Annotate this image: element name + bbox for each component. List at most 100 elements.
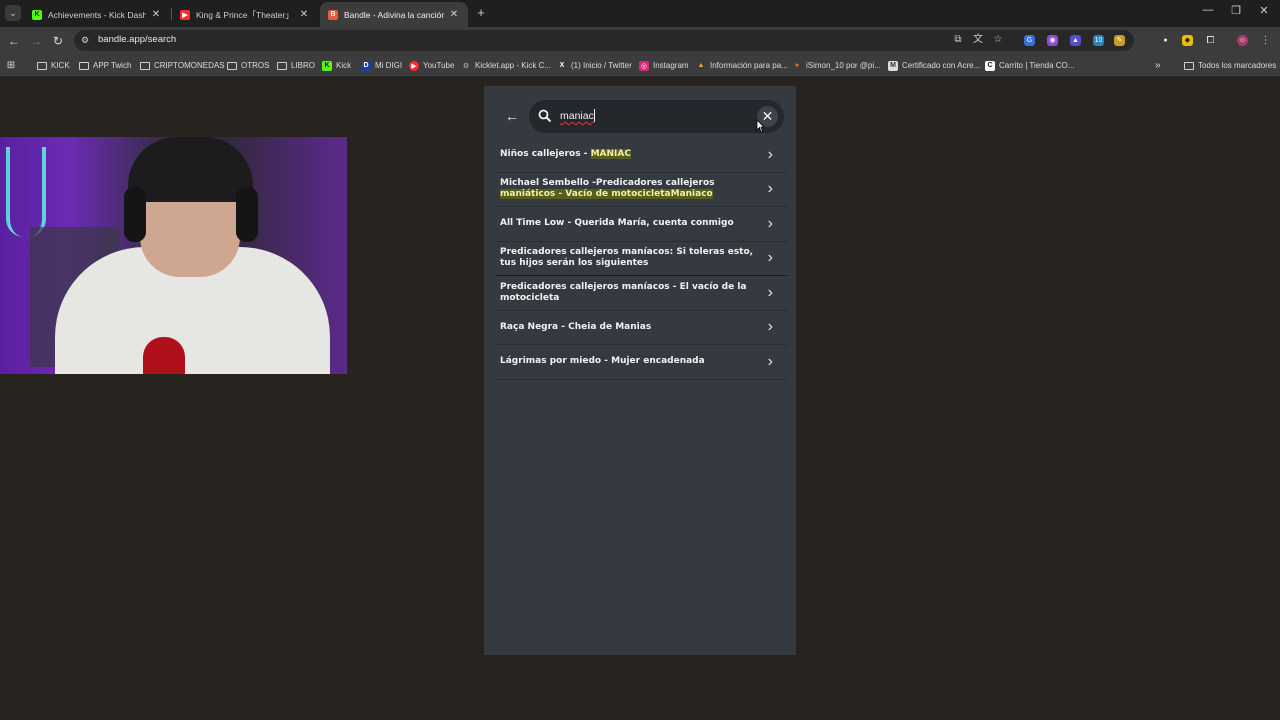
search-result-row[interactable]: Niños callejeros - MANIAC › [496,138,787,173]
close-window-icon[interactable]: ✕ [1254,4,1274,17]
instagram-icon: ◎ [639,60,649,71]
bookmark-label: Certificado con Acre... [902,61,981,70]
search-result-title: Lágrimas por miedo - Mujer encadenada [500,356,705,367]
bookmark-label: OTROS [241,61,270,70]
maximize-icon[interactable]: ❐ [1226,4,1246,17]
mouse-cursor-icon [756,119,764,133]
forward-icon[interactable]: → [28,33,44,49]
bookmark-mi-digi[interactable]: D Mi DIGI [361,59,402,72]
back-icon[interactable]: ← [6,33,22,49]
extension-icon[interactable]: ▲ [1070,35,1081,46]
bookmark-folder-app-twich[interactable]: APP Twich [79,59,131,72]
microphone [143,337,185,374]
chevron-right-icon: › [767,249,773,267]
bookmark-label: Información para pa... [710,61,788,70]
result-text: Michael Sembello -Predicadores callejero… [500,178,715,189]
search-result-row[interactable]: Predicadores callejeros maníacos: Si tol… [496,242,787,276]
bookmark-label: YouTube [423,61,455,70]
chevron-right-icon: › [767,352,773,370]
tab-title: Bandle - Adivina la canción, ur [344,9,444,20]
text-caret [594,109,595,122]
headphone-left [124,187,146,242]
search-result-row[interactable]: Lágrimas por miedo - Mujer encadenada › [496,345,787,380]
translate-extension-icon[interactable]: G [1024,35,1035,46]
bookmark-star-icon[interactable]: ☆ [992,34,1004,46]
bookmark-youtube[interactable]: ▶ YouTube [409,59,454,72]
bookmark-folder-kick[interactable]: KICK [37,59,70,72]
search-query-text: maniac [560,110,594,122]
tab-search-menu-icon[interactable]: ⌄ [5,5,21,21]
translate-icon[interactable]: 文 [972,34,984,46]
extension-icon[interactable]: ✎ [1114,35,1125,46]
bookmark-label: LIBRO [291,61,316,70]
bookmark-isimon[interactable]: ● iSimon_10 por @pi... [792,59,881,72]
bookmark-instagram[interactable]: ◎ Instagram [639,59,689,72]
search-panel: ← maniac ✕ Niños callejeros - MANIAC › Mic… [484,86,796,655]
search-result-row[interactable]: All Time Low - Querida María, cuenta con… [496,207,787,242]
close-tab-icon[interactable]: ✕ [150,9,162,20]
extensions-puzzle-icon[interactable]: ⧠ [1205,35,1216,46]
bookmark-twitter[interactable]: X (1) Inicio / Twitter [557,59,632,72]
kick-icon: K [322,60,332,71]
bookmark-label: CRIPTOMONEDAS [154,61,225,70]
all-bookmarks-folder[interactable]: Todos los marcadores [1184,59,1276,72]
chevron-right-icon: › [767,145,773,163]
bookmark-folder-criptomonedas[interactable]: CRIPTOMONEDAS [140,59,225,72]
profile-avatar-icon[interactable]: ☺ [1237,35,1248,46]
search-result-row[interactable]: Michael Sembello -Predicadores callejero… [496,173,787,207]
bookmark-kicklet[interactable]: ⚙ Kicklet.app - Kick C... [461,59,551,72]
search-result-row[interactable]: Raça Negra - Cheia de Manias › [496,311,787,345]
folder-icon [79,61,89,70]
tab-youtube[interactable]: ▶ King & Prince「Theater」MV - Yo ✕ [172,2,318,27]
search-result-title: Predicadores callejeros maníacos - El va… [500,282,757,304]
folder-icon [1184,61,1194,70]
search-result-title: Predicadores callejeros maníacos: Si tol… [500,247,757,269]
more-bookmarks-chevron-icon[interactable]: » [1155,59,1161,72]
extension-icon[interactable]: ◉ [1047,35,1058,46]
new-tab-plus-icon[interactable]: + [474,5,488,21]
headphone-right [236,187,258,242]
bookmark-label: Mi DIGI [375,61,403,70]
tab-title: King & Prince「Theater」MV - Yo [196,9,294,20]
digi-icon: D [361,60,371,71]
more-menu-icon[interactable]: ⋮ [1260,35,1271,46]
bookmark-carrito[interactable]: C Carrito | Tienda CO... [985,59,1074,72]
bookmark-folder-libro[interactable]: LIBRO [277,59,315,72]
record-extension-icon[interactable]: ● [1160,35,1171,46]
apps-grid-icon[interactable]: ⊞ [6,59,20,72]
install-app-icon[interactable]: ⧉ [952,34,964,46]
folder-icon [227,61,237,70]
search-results-list: Niños callejeros - MANIAC › Michael Sembel… [496,138,787,380]
chevron-right-icon: › [767,214,773,232]
back-arrow-icon[interactable]: ← [504,107,520,125]
result-text: All Time Low - Querida María, cuenta con… [500,218,734,229]
search-result-title: All Time Low - Querida María, cuenta con… [500,218,734,229]
bookmark-certificado[interactable]: M Certificado con Acre... [888,59,980,72]
extension-icon[interactable]: 10 [1093,35,1104,46]
person-beanie [128,137,253,202]
kicklet-icon: ⚙ [462,62,470,70]
address-bar[interactable]: ⚙ bandle.app/search ⧉ 文 ☆ [74,30,1134,51]
bookmark-label: Kick [336,61,352,70]
site-info-icon[interactable]: ⚙ [81,35,91,45]
reload-icon[interactable]: ↻ [50,33,66,49]
result-text: Niños callejeros - [500,149,591,160]
search-result-title: Raça Negra - Cheia de Manias [500,322,651,333]
search-result-row[interactable]: Predicadores callejeros maníacos - El va… [496,276,787,311]
highlighted-match: MANIAC [590,149,631,160]
bookmark-kick[interactable]: K Kick [322,59,351,72]
binance-extension-icon[interactable]: ◆ [1182,35,1193,46]
browser-toolbar: ← → ↻ ⚙ bandle.app/search ⧉ 文 ☆ G ◉ ▲ 10… [0,27,1280,54]
bookmark-folder-otros[interactable]: OTROS [227,59,269,72]
bookmark-label: KICK [51,61,70,70]
close-tab-icon[interactable]: ✕ [448,9,460,20]
result-text: Lágrimas por miedo - Mujer encadenada [500,356,705,367]
search-input[interactable]: maniac ✕ [529,100,784,133]
bookmark-informacion[interactable]: ▲ Información para pa... [696,59,788,72]
youtube-icon: ▶ [409,60,419,71]
minimize-icon[interactable]: — [1198,4,1218,16]
tab-kick-dashboard[interactable]: K Achievements - Kick Dashboard ✕ [24,2,170,27]
close-tab-icon[interactable]: ✕ [298,9,310,20]
tab-bandle[interactable]: B Bandle - Adivina la canción, ur ✕ [320,2,468,27]
result-text: Predicadores callejeros maníacos - El va… [500,281,747,303]
